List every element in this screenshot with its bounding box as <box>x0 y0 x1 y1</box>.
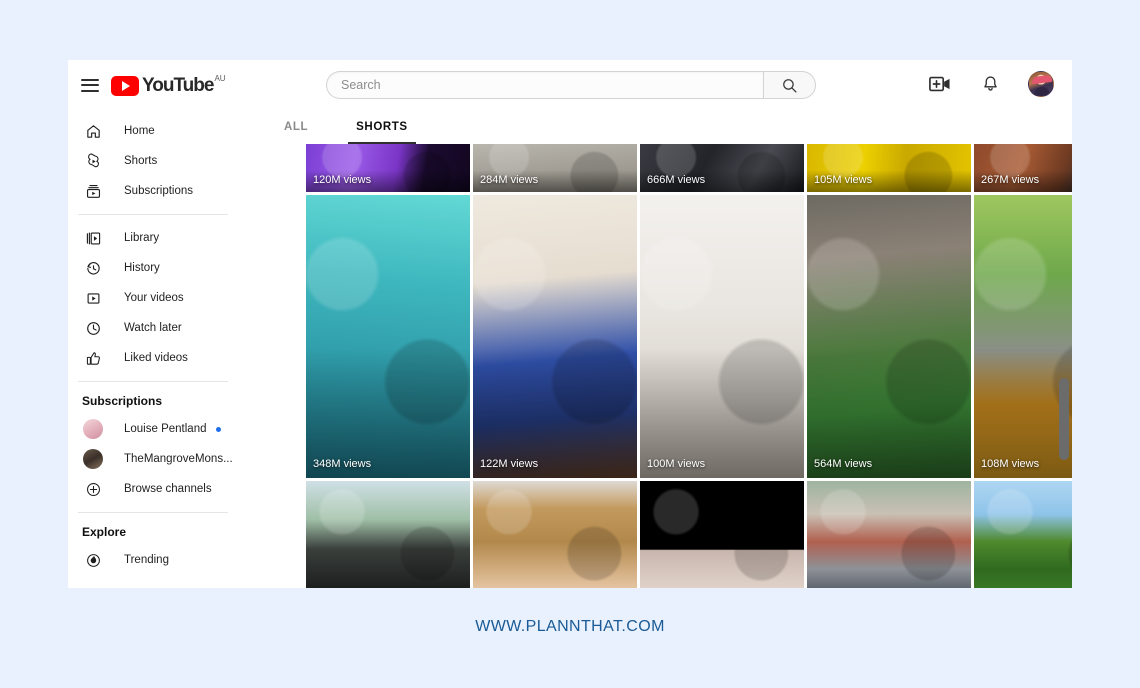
view-count: 564M views <box>814 458 873 470</box>
view-count: 100M views <box>647 458 706 470</box>
sidebar-item-shorts[interactable]: Shorts <box>68 146 238 176</box>
search-input[interactable]: Search <box>326 71 763 99</box>
play-triangle-icon <box>111 75 139 96</box>
video-thumbnail[interactable]: 564M views <box>807 195 971 478</box>
sidebar-item-your-videos[interactable]: Your videos <box>68 283 238 313</box>
youtube-logo[interactable]: YouTube AU <box>111 73 226 96</box>
video-thumbnail[interactable]: 120M views <box>306 144 470 192</box>
main-content: ALL SHORTS 120M views 284M views 666M vi… <box>238 110 1072 588</box>
top-bar: YouTube AU Search <box>68 60 1072 110</box>
youtube-window: YouTube AU Search Home Shorts Subscripti… <box>68 60 1072 588</box>
sidebar-item-label: Home <box>124 125 155 137</box>
plus-circle-icon <box>82 478 104 500</box>
video-thumbnail[interactable]: 122M views <box>473 195 637 478</box>
your-videos-icon <box>82 287 104 309</box>
sidebar-item-subscriptions[interactable]: Subscriptions <box>68 176 238 206</box>
sidebar-item-trending[interactable]: Trending <box>68 545 238 575</box>
sidebar-channel-label: Louise Pentland <box>124 423 207 435</box>
page-scrollbar-track[interactable] <box>1058 110 1070 588</box>
shorts-icon <box>82 150 104 172</box>
sidebar-item-home[interactable]: Home <box>68 116 238 146</box>
search-button[interactable] <box>763 71 816 99</box>
sidebar-item-library[interactable]: Library <box>68 223 238 253</box>
view-count: 666M views <box>647 174 706 186</box>
sidebar-fade-mask <box>68 578 238 588</box>
video-thumbnail[interactable] <box>473 481 637 588</box>
view-count: 122M views <box>480 458 539 470</box>
tab-shorts[interactable]: SHORTS <box>348 110 416 144</box>
video-thumbnail[interactable]: 105M views <box>807 144 971 192</box>
watermark: WWW.PLANNTHAT.COM <box>475 618 665 635</box>
clock-icon <box>82 317 104 339</box>
sidebar-divider-2 <box>78 381 228 382</box>
sidebar-item-watch-later[interactable]: Watch later <box>68 313 238 343</box>
sidebar-divider-3 <box>78 512 228 513</box>
thumbs-up-icon <box>82 347 104 369</box>
view-count: 108M views <box>981 458 1040 470</box>
sidebar-item-label: Your videos <box>124 292 184 304</box>
video-thumbnail[interactable]: 100M views <box>640 195 804 478</box>
tab-all[interactable]: ALL <box>284 110 308 144</box>
view-count: 120M views <box>313 174 372 186</box>
top-right-icons <box>928 71 1054 97</box>
sidebar-subscriptions-heading: Subscriptions <box>82 394 163 408</box>
view-count: 348M views <box>313 458 372 470</box>
view-count: 105M views <box>814 174 873 186</box>
sidebar-channel-louise-pentland[interactable]: Louise Pentland <box>68 414 238 444</box>
search-placeholder: Search <box>341 78 381 92</box>
hamburger-menu-icon[interactable] <box>81 78 99 92</box>
sidebar-divider-1 <box>78 214 228 215</box>
account-avatar[interactable] <box>1028 71 1054 97</box>
sidebar-explore-heading: Explore <box>82 525 127 539</box>
sidebar-channel-label: Browse channels <box>124 483 212 495</box>
video-thumbnail[interactable]: 348M views <box>306 195 470 478</box>
sidebar: Home Shorts Subscriptions Library Histor… <box>68 110 238 588</box>
channel-avatar <box>83 419 103 439</box>
sidebar-item-label: Shorts <box>124 155 158 167</box>
video-thumbnail[interactable] <box>640 481 804 588</box>
sidebar-item-label: Subscriptions <box>124 185 194 197</box>
sidebar-channel-themangrovemons[interactable]: TheMangroveMons... <box>68 444 238 474</box>
view-count: 284M views <box>480 174 539 186</box>
search-icon <box>783 78 797 93</box>
new-content-dot <box>216 426 222 432</box>
page-root: YouTube AU Search Home Shorts Subscripti… <box>0 0 1140 688</box>
page-scrollbar-thumb[interactable] <box>1059 378 1069 460</box>
video-thumbnail[interactable]: 284M views <box>473 144 637 192</box>
sidebar-item-label: Liked videos <box>124 352 188 364</box>
channel-avatar <box>83 449 103 469</box>
sidebar-item-label: History <box>124 262 160 274</box>
history-icon <box>82 257 104 279</box>
content-tabs: ALL SHORTS <box>238 110 1072 144</box>
view-count: 267M views <box>981 174 1040 186</box>
shorts-grid: 120M views 284M views 666M views 105M vi… <box>306 144 1072 588</box>
search-area: Search <box>326 71 816 99</box>
library-icon <box>82 227 104 249</box>
region-superscript: AU <box>214 73 226 83</box>
video-thumbnail[interactable] <box>807 481 971 588</box>
sidebar-item-history[interactable]: History <box>68 253 238 283</box>
video-thumbnail[interactable] <box>306 481 470 588</box>
trending-icon <box>82 549 104 571</box>
sidebar-item-label: Trending <box>124 554 169 566</box>
subscriptions-icon <box>82 180 104 202</box>
youtube-wordmark: YouTube <box>142 74 214 96</box>
create-video-icon[interactable] <box>928 72 952 96</box>
sidebar-browse-channels[interactable]: Browse channels <box>68 474 238 504</box>
home-icon <box>82 120 104 142</box>
sidebar-item-label: Watch later <box>124 322 182 334</box>
video-thumbnail[interactable]: 666M views <box>640 144 804 192</box>
sidebar-item-liked-videos[interactable]: Liked videos <box>68 343 238 373</box>
sidebar-channel-label: TheMangroveMons... <box>124 453 233 465</box>
bell-icon[interactable] <box>978 72 1002 96</box>
sidebar-item-label: Library <box>124 232 160 244</box>
